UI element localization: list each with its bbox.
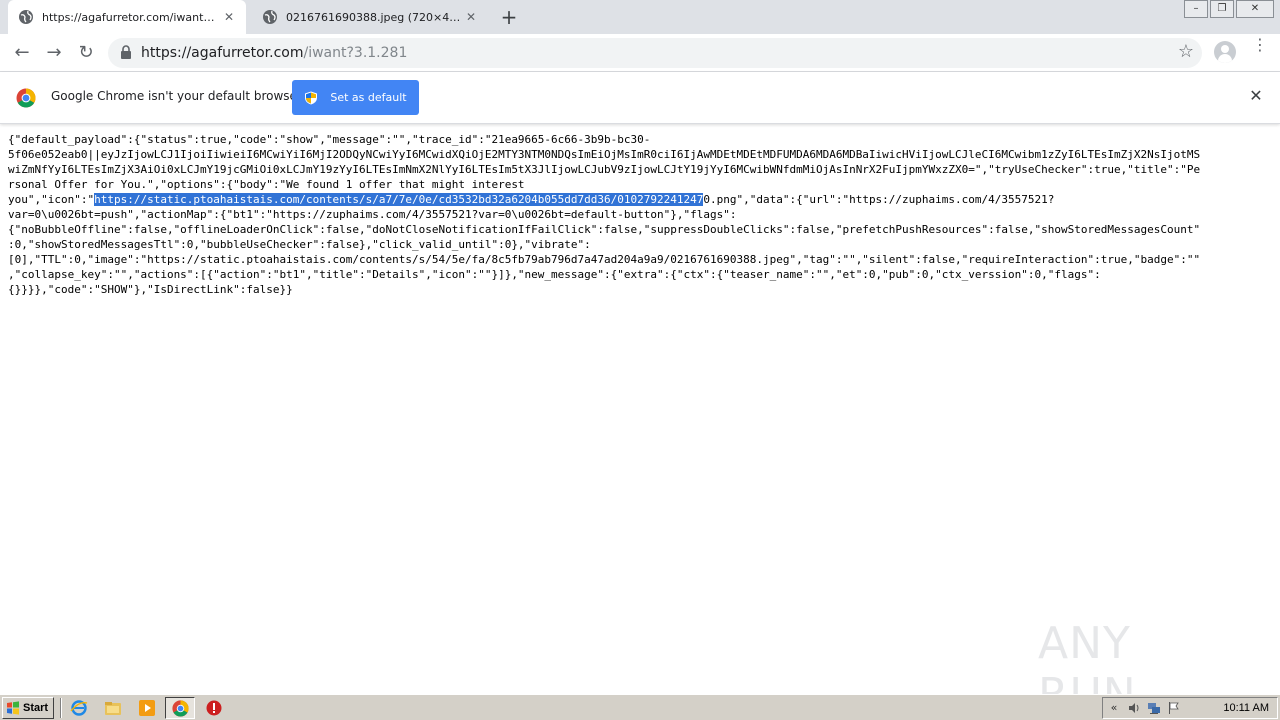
tray-expand-icon[interactable]: «: [1107, 701, 1121, 715]
start-button[interactable]: Start: [2, 697, 54, 719]
tab-strip: https://agafurretor.com/iwant?3.1.281 ✕ …: [0, 0, 1280, 34]
reload-button[interactable]: ↻: [74, 41, 98, 65]
default-browser-infobar: Google Chrome isn't your default browser…: [0, 72, 1280, 124]
file-explorer-icon[interactable]: [104, 699, 122, 717]
url-text: https://agafurretor.com/iwant?3.1.281: [141, 45, 407, 61]
tab-iwant[interactable]: https://agafurretor.com/iwant?3.1.281 ✕: [8, 0, 246, 34]
globe-icon: [19, 10, 33, 24]
address-bar[interactable]: https://agafurretor.com/iwant?3.1.281 ☆: [108, 38, 1202, 68]
chrome-logo-icon: [16, 88, 36, 108]
json-line: ,"collapse_key":"","actions":[{"action":…: [8, 268, 1101, 281]
close-window-button[interactable]: ✕: [1236, 0, 1274, 18]
infobar-message: Google Chrome isn't your default browser: [51, 89, 302, 103]
lock-icon: [121, 45, 131, 59]
anyrun-watermark: ANY RUN: [1038, 608, 1238, 720]
set-as-default-button[interactable]: Set as default: [292, 80, 419, 115]
url-host: https://agafurretor.com: [141, 45, 304, 61]
browser-toolbar: ← → ↻ https://agafurretor.com/iwant?3.1.…: [0, 34, 1280, 72]
network-icon[interactable]: [1147, 701, 1161, 715]
back-button[interactable]: ←: [10, 41, 34, 65]
restore-button[interactable]: ❐: [1210, 0, 1234, 18]
set-as-default-label: Set as default: [330, 91, 407, 104]
taskbar-separator: [60, 698, 62, 718]
infobar-close-icon[interactable]: ✕: [1248, 88, 1264, 104]
json-line: var=0\u0026bt=push","actionMap":{"bt1":"…: [8, 208, 737, 221]
json-line: [0],"TTL":0,"image":"https://static.ptoa…: [8, 253, 1201, 266]
json-text: 0.png","data":{"url":"https://zuphaims.c…: [703, 193, 1055, 206]
tab-close-icon[interactable]: ✕: [464, 10, 478, 24]
taskbar-chrome-active[interactable]: [165, 697, 195, 719]
chrome-taskbar-icon: [172, 700, 189, 717]
json-line: wiZmNfYyI6LTEsImZjX3AiOi0xLCJmY19jcGMiOi…: [8, 163, 1201, 176]
url-path: /iwant?3.1.281: [303, 45, 408, 61]
windows-logo-icon: [7, 701, 19, 715]
media-player-icon[interactable]: [138, 699, 156, 717]
volume-icon[interactable]: [1127, 701, 1141, 715]
menu-kebab-icon[interactable]: ⋮: [1252, 37, 1268, 62]
profile-avatar[interactable]: [1214, 41, 1236, 63]
system-clock[interactable]: 10:11 AM: [1223, 702, 1269, 714]
json-line: :0,"showStoredMessagesTtl":0,"bubbleUseC…: [8, 238, 591, 251]
system-tray: « 10:11 AM: [1102, 697, 1278, 719]
start-label: Start: [23, 702, 49, 714]
shield-icon: [305, 91, 318, 104]
flag-icon[interactable]: [1167, 701, 1181, 715]
forward-button[interactable]: →: [42, 41, 66, 65]
tab-title: 0216761690388.jpeg (720×480): [286, 10, 466, 24]
tab-jpeg[interactable]: 0216761690388.jpeg (720×480) ✕: [252, 0, 488, 34]
json-text: you","icon":": [8, 193, 95, 206]
selected-icon-url[interactable]: https://static.ptoahaistais.com/contents…: [94, 193, 704, 206]
avatar-body: [1218, 54, 1232, 63]
json-line: rsonal Offer for You.","options":{"body"…: [8, 178, 525, 191]
minimize-button[interactable]: –: [1184, 0, 1208, 18]
tab-title: https://agafurretor.com/iwant?3.1.281: [42, 10, 218, 24]
json-line: you","icon":"https://static.ptoahaistais…: [8, 192, 1270, 207]
bookmark-star-icon[interactable]: ☆: [1178, 41, 1194, 62]
json-line: {"default_payload":{"status":true,"code"…: [8, 133, 651, 146]
json-line: {}}}},"code":"SHOW"},"IsDirectLink":fals…: [8, 283, 293, 296]
json-line: {"noBubbleOffline":false,"offlineLoaderO…: [8, 223, 1201, 236]
page-json-text: {"default_payload":{"status":true,"code"…: [8, 132, 1270, 297]
windows-taskbar: Start « 10:11 AM: [0, 694, 1280, 720]
window-controls: – ❐ ✕: [1182, 0, 1274, 18]
stop-sign-icon[interactable]: [205, 699, 223, 717]
globe-icon: [263, 10, 277, 24]
internet-explorer-icon[interactable]: [70, 699, 88, 717]
new-tab-button[interactable]: +: [498, 6, 520, 28]
avatar-head: [1221, 45, 1229, 53]
json-line: 5f06e052eab0||eyJzIjowLCJ1IjoiIiwieiI6MC…: [8, 148, 1201, 161]
tab-close-icon[interactable]: ✕: [222, 10, 236, 24]
